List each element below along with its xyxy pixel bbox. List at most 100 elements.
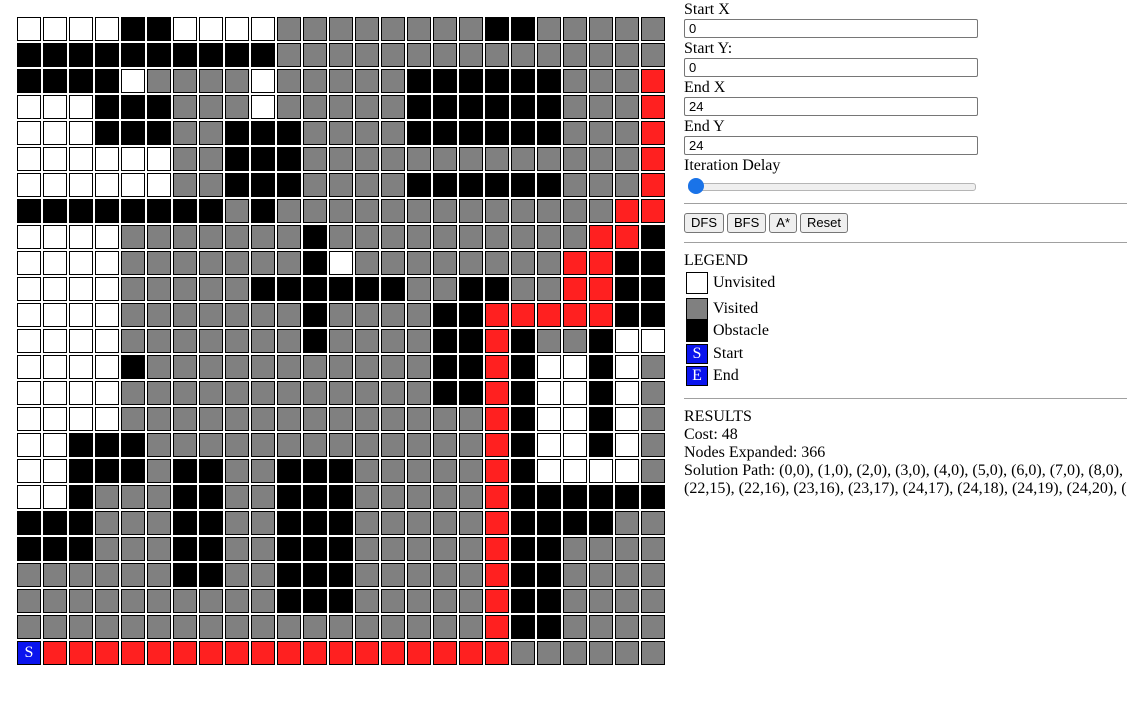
start-y-input[interactable] [684,58,978,77]
visited-cell[interactable] [225,303,249,327]
obstacle-cell[interactable] [407,173,431,197]
obstacle-cell[interactable] [329,589,353,613]
visited-cell[interactable] [537,43,561,67]
obstacle-cell[interactable] [43,511,67,535]
obstacle-cell[interactable] [459,303,483,327]
visited-cell[interactable] [303,69,327,93]
obstacle-cell[interactable] [459,277,483,301]
path-cell[interactable] [485,537,509,561]
path-cell[interactable] [69,641,93,665]
visited-cell[interactable] [459,511,483,535]
visited-cell[interactable] [225,251,249,275]
obstacle-cell[interactable] [433,69,457,93]
obstacle-cell[interactable] [17,511,41,535]
visited-cell[interactable] [277,43,301,67]
obstacle-cell[interactable] [511,329,535,353]
visited-cell[interactable] [121,251,145,275]
visited-cell[interactable] [121,537,145,561]
visited-cell[interactable] [277,615,301,639]
obstacle-cell[interactable] [199,485,223,509]
unvisited-cell[interactable] [43,251,67,275]
obstacle-cell[interactable] [303,537,327,561]
visited-cell[interactable] [173,173,197,197]
visited-cell[interactable] [251,433,275,457]
visited-cell[interactable] [485,225,509,249]
visited-cell[interactable] [69,589,93,613]
visited-cell[interactable] [563,329,587,353]
path-cell[interactable] [407,641,431,665]
obstacle-cell[interactable] [303,277,327,301]
path-cell[interactable] [485,381,509,405]
obstacle-cell[interactable] [381,277,405,301]
visited-cell[interactable] [355,147,379,171]
obstacle-cell[interactable] [277,173,301,197]
visited-cell[interactable] [407,43,431,67]
visited-cell[interactable] [589,615,613,639]
visited-cell[interactable] [381,589,405,613]
unvisited-cell[interactable] [43,277,67,301]
unvisited-cell[interactable] [95,303,119,327]
visited-cell[interactable] [251,589,275,613]
obstacle-cell[interactable] [121,95,145,119]
unvisited-cell[interactable] [17,277,41,301]
visited-cell[interactable] [121,407,145,431]
visited-cell[interactable] [199,147,223,171]
visited-cell[interactable] [355,615,379,639]
obstacle-cell[interactable] [199,199,223,223]
obstacle-cell[interactable] [511,485,535,509]
visited-cell[interactable] [563,537,587,561]
visited-cell[interactable] [121,485,145,509]
slider-thumb[interactable] [688,178,704,194]
visited-cell[interactable] [589,589,613,613]
visited-cell[interactable] [199,69,223,93]
visited-cell[interactable] [225,615,249,639]
obstacle-cell[interactable] [173,199,197,223]
obstacle-cell[interactable] [69,511,93,535]
unvisited-cell[interactable] [95,251,119,275]
visited-cell[interactable] [147,303,171,327]
visited-cell[interactable] [147,355,171,379]
obstacle-cell[interactable] [69,433,93,457]
visited-cell[interactable] [355,381,379,405]
visited-cell[interactable] [355,173,379,197]
visited-cell[interactable] [459,147,483,171]
obstacle-cell[interactable] [589,329,613,353]
visited-cell[interactable] [641,355,665,379]
visited-cell[interactable] [329,433,353,457]
obstacle-cell[interactable] [95,459,119,483]
unvisited-cell[interactable] [69,407,93,431]
path-cell[interactable] [225,641,249,665]
obstacle-cell[interactable] [589,355,613,379]
obstacle-cell[interactable] [641,225,665,249]
unvisited-cell[interactable] [43,355,67,379]
path-cell[interactable] [641,69,665,93]
unvisited-cell[interactable] [43,381,67,405]
visited-cell[interactable] [641,511,665,535]
unvisited-cell[interactable] [641,329,665,353]
obstacle-cell[interactable] [17,69,41,93]
visited-cell[interactable] [355,95,379,119]
visited-cell[interactable] [147,329,171,353]
obstacle-cell[interactable] [433,95,457,119]
visited-cell[interactable] [355,17,379,41]
unvisited-cell[interactable] [147,147,171,171]
obstacle-cell[interactable] [563,485,587,509]
obstacle-cell[interactable] [407,95,431,119]
obstacle-cell[interactable] [225,147,249,171]
obstacle-cell[interactable] [277,563,301,587]
visited-cell[interactable] [147,381,171,405]
visited-cell[interactable] [433,589,457,613]
visited-cell[interactable] [329,43,353,67]
visited-cell[interactable] [407,199,431,223]
visited-cell[interactable] [589,95,613,119]
visited-cell[interactable] [355,303,379,327]
visited-cell[interactable] [355,485,379,509]
obstacle-cell[interactable] [303,459,327,483]
obstacle-cell[interactable] [433,121,457,145]
obstacle-cell[interactable] [511,615,535,639]
visited-cell[interactable] [537,147,561,171]
unvisited-cell[interactable] [17,303,41,327]
obstacle-cell[interactable] [589,381,613,405]
visited-cell[interactable] [251,511,275,535]
path-cell[interactable] [173,641,197,665]
